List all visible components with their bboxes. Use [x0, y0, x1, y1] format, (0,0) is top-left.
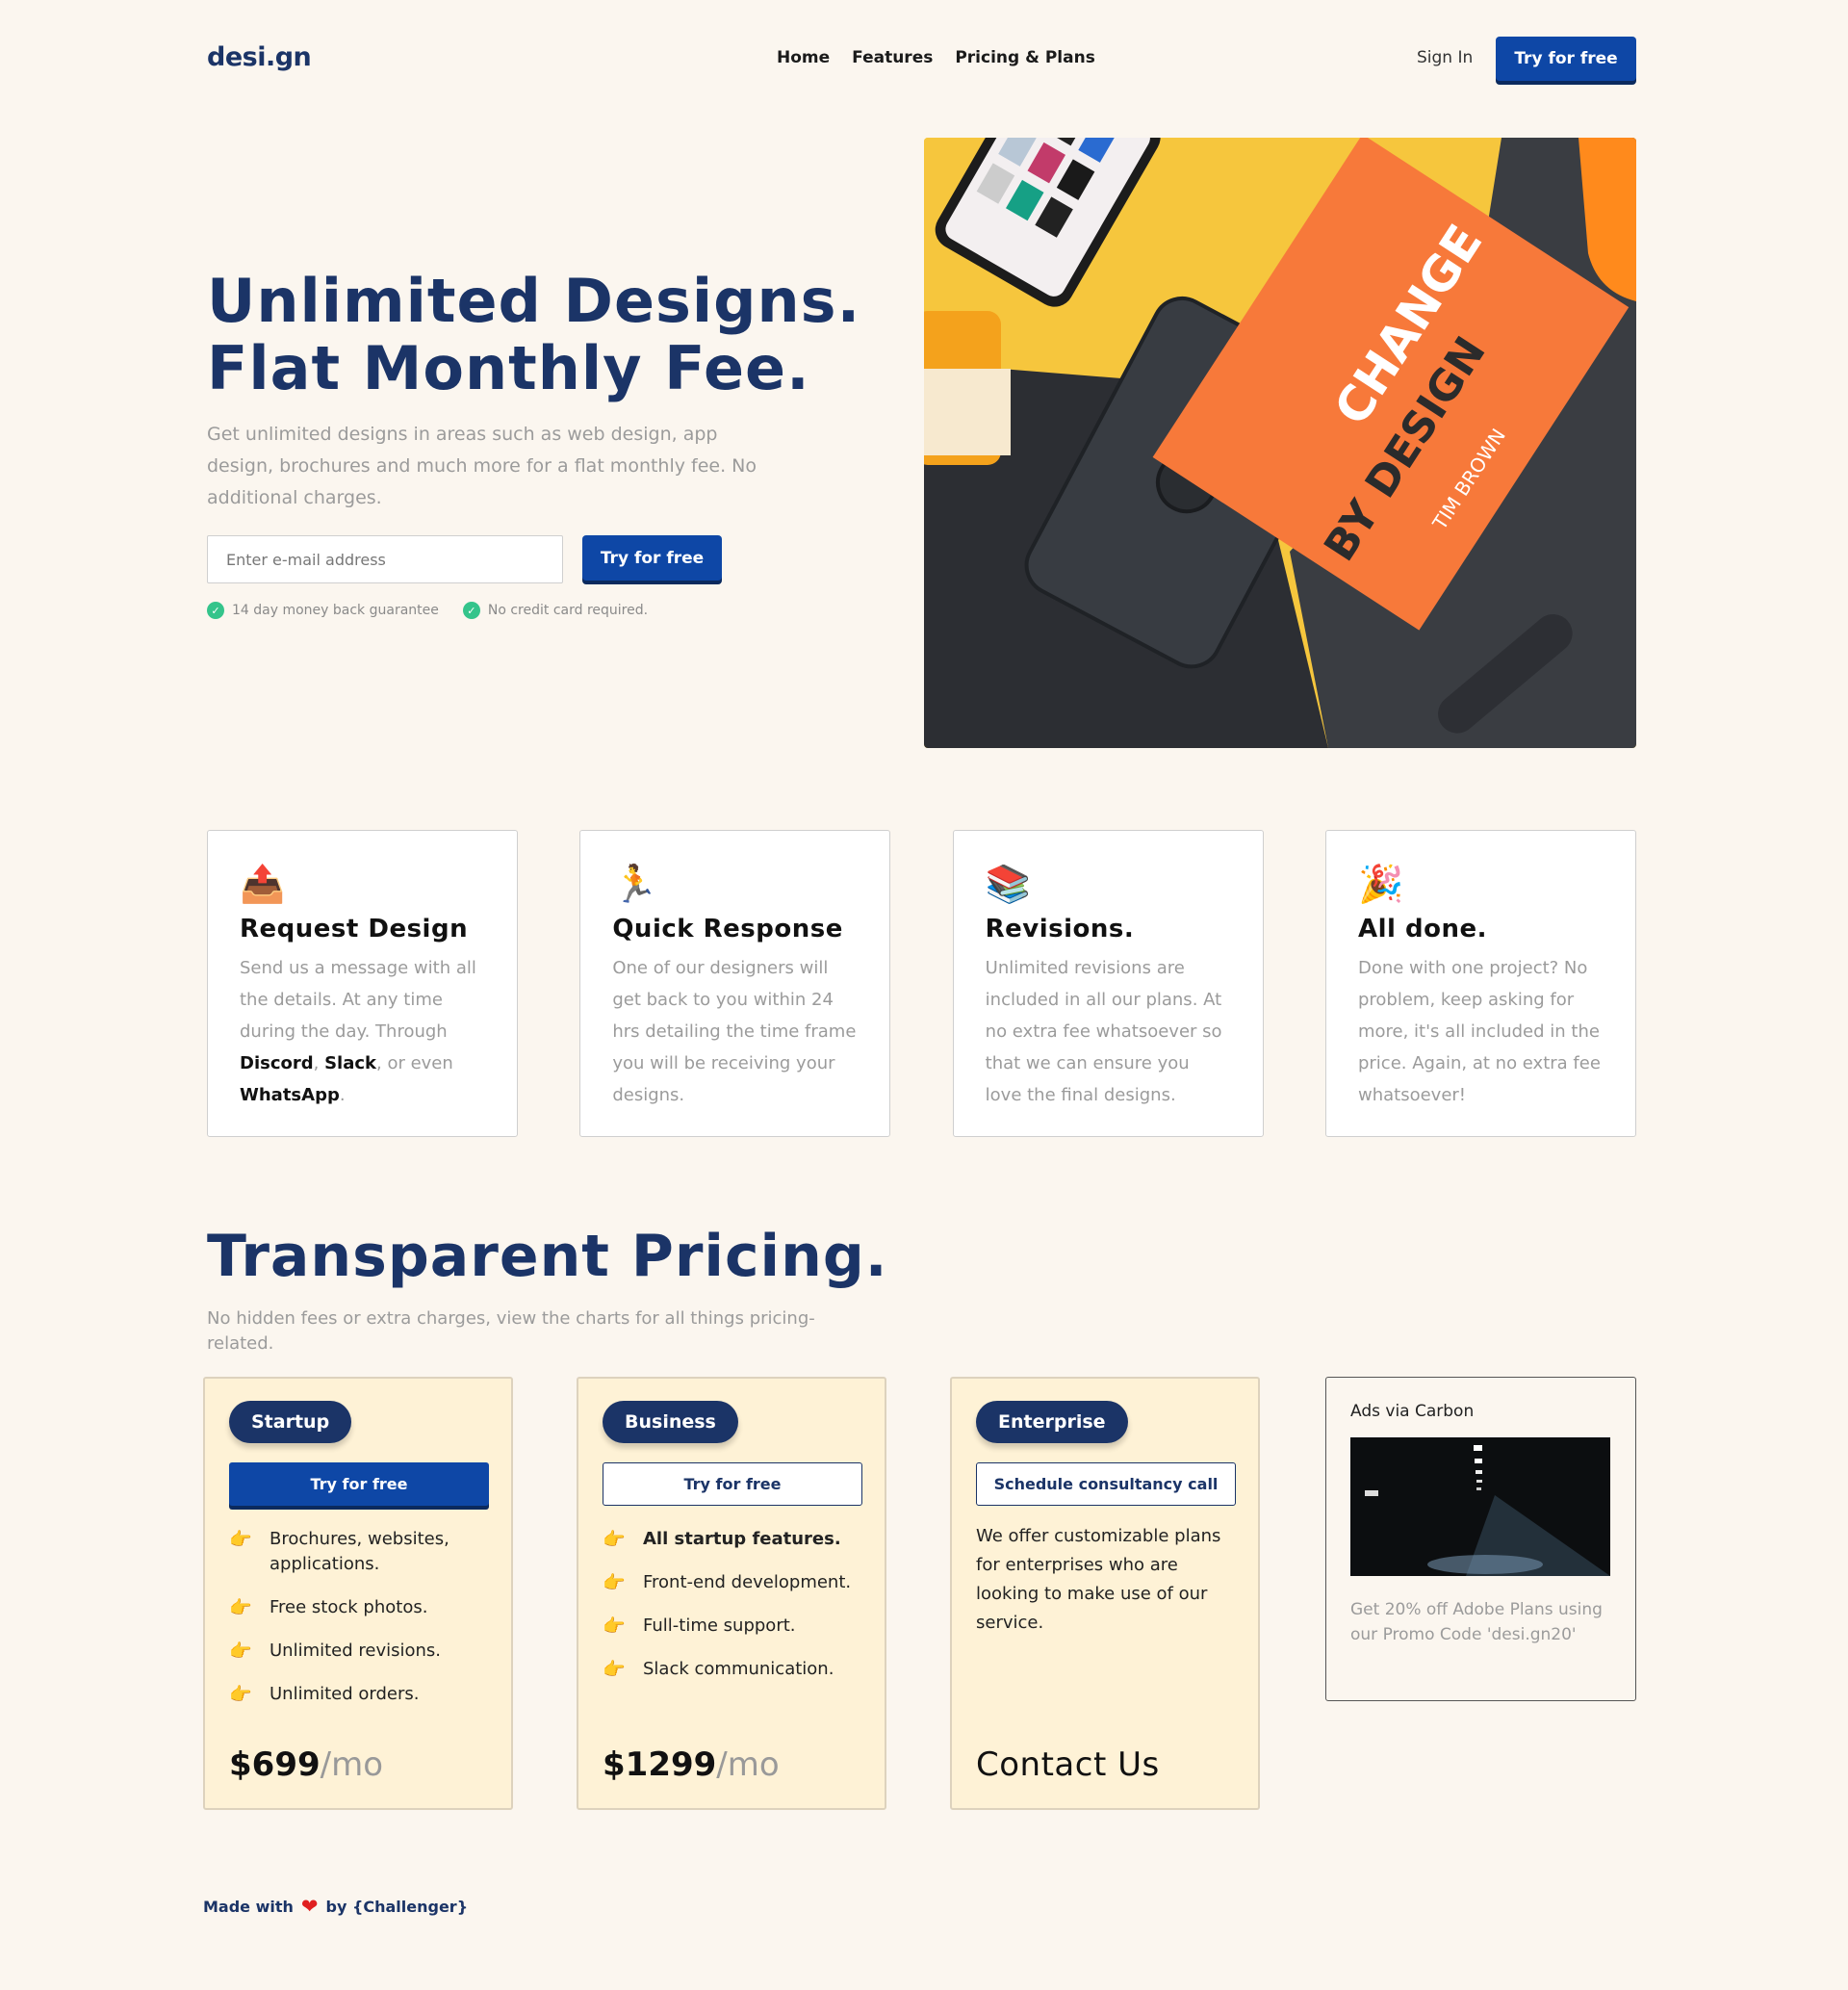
plan-name-badge: Enterprise — [976, 1401, 1128, 1443]
list-item: 👉 Front-end development. — [603, 1572, 852, 1593]
feature-card-all-done: 🎉 All done. Done with one project? No pr… — [1324, 830, 1636, 1137]
footer-author[interactable]: by {Challenger} — [326, 1898, 469, 1916]
email-input[interactable] — [207, 535, 563, 583]
discord-text: Discord — [240, 1053, 314, 1073]
pointing-hand-icon: 👉 — [603, 1572, 626, 1593]
list-item: 👉 Brochures, websites, applications. — [229, 1527, 487, 1577]
check-icon: ✓ — [462, 602, 480, 619]
list-item: 👉 Unlimited revisions. — [229, 1641, 442, 1662]
hero-illustration: CHANGE BY DESIGN TIM BROWN — [924, 138, 1636, 748]
list-item: 👉 Unlimited orders. — [229, 1684, 420, 1705]
running-person-icon: 🏃 — [612, 863, 658, 905]
whatsapp-text: WhatsApp — [240, 1085, 340, 1105]
list-item: 👉 Full-time support. — [603, 1615, 796, 1637]
pointing-hand-icon: 👉 — [229, 1641, 252, 1662]
hero-image: CHANGE BY DESIGN TIM BROWN — [924, 138, 1636, 748]
plan-card-enterprise: Enterprise Schedule consultancy call We … — [950, 1377, 1260, 1810]
business-try-free-button[interactable]: Try for free — [603, 1462, 862, 1506]
hero-subtitle: Get unlimited designs in areas such as w… — [207, 424, 757, 508]
hero-try-free-button[interactable]: Try for free — [582, 535, 722, 581]
inbox-upload-icon: 📤 — [240, 863, 286, 905]
slack-text: Slack — [324, 1053, 376, 1073]
party-popper-icon: 🎉 — [1357, 863, 1404, 905]
nav-link-pricing[interactable]: Pricing & Plans — [955, 48, 1095, 67]
pointing-hand-icon: 👉 — [229, 1529, 252, 1550]
books-icon: 📚 — [985, 863, 1031, 905]
logo[interactable]: desi.gn — [207, 42, 312, 72]
hero-title-line-1: Unlimited Designs. — [207, 266, 861, 336]
nav-link-home[interactable]: Home — [777, 48, 830, 67]
list-item: 👉 All startup features. — [603, 1529, 841, 1550]
feature-title: Revisions. — [985, 915, 1135, 943]
sign-in-link[interactable]: Sign In — [1417, 48, 1473, 67]
plan-price: $699/mo — [229, 1745, 384, 1784]
guarantee-text: 14 day money back guarantee — [232, 603, 439, 618]
feature-text: Done with one project? No problem, keep … — [1357, 958, 1601, 1105]
guarantee-no-credit-card: ✓ No credit card required. — [462, 602, 649, 619]
list-item: 👉 Free stock photos. — [229, 1597, 428, 1618]
plan-name-badge: Business — [603, 1401, 738, 1443]
feature-text: One of our designers will get back to yo… — [612, 958, 857, 1105]
footer: Made with ❤ by {Challenger} — [203, 1895, 1632, 1918]
pricing-subtitle: No hidden fees or extra charges, view th… — [207, 1308, 815, 1354]
feature-card-quick-response: 🏃 Quick Response One of our designers wi… — [579, 830, 891, 1137]
carbon-ad[interactable]: Ads via Carbon Get 20% off Adobe Plans u… — [1325, 1377, 1636, 1701]
pricing-plans: Startup Try for free 👉 Brochures, website… — [203, 1377, 1636, 1810]
nav-links: Home Features Pricing & Plans — [777, 48, 1095, 67]
feature-card-request-design: 📤 Request Design Send us a message with … — [207, 830, 518, 1137]
guarantee-text: No credit card required. — [487, 603, 649, 618]
plan-price: $1299/mo — [603, 1745, 780, 1784]
top-nav: desi.gn Home Features Pricing & Plans Si… — [207, 37, 1636, 85]
nav-try-free-button[interactable]: Try for free — [1496, 37, 1636, 81]
nav-link-features[interactable]: Features — [852, 48, 933, 67]
guarantee-money-back: ✓ 14 day money back guarantee — [207, 602, 439, 619]
pointing-hand-icon: 👉 — [603, 1659, 626, 1680]
feature-title: All done. — [1357, 915, 1487, 943]
hero-section: Unlimited Designs. Flat Monthly Fee. Get… — [207, 138, 1636, 750]
features-section: 📤 Request Design Send us a message with … — [207, 830, 1636, 1138]
list-item: 👉 Slack communication. — [603, 1659, 834, 1680]
contact-us-link[interactable]: Contact Us — [976, 1745, 1160, 1784]
pricing-header: Transparent Pricing. No hidden fees or e… — [207, 1218, 1636, 1357]
plan-description: We offer customizable plans for enterpri… — [976, 1526, 1221, 1633]
feature-text: Send us a message with all the details. … — [240, 958, 476, 1105]
plan-feature-list: 👉 All startup features. 👉 Front-end develo… — [603, 1527, 860, 1682]
pointing-hand-icon: 👉 — [603, 1529, 626, 1550]
pricing-title: Transparent Pricing. — [207, 1223, 888, 1290]
plan-card-startup: Startup Try for free 👉 Brochures, website… — [203, 1377, 513, 1810]
pointing-hand-icon: 👉 — [229, 1684, 252, 1705]
feature-text: Unlimited revisions are included in all … — [985, 958, 1222, 1105]
plan-feature-list: 👉 Brochures, websites, applications. 👉 Fre… — [229, 1527, 487, 1707]
plan-name-badge: Startup — [229, 1401, 352, 1443]
hero-title: Unlimited Designs. Flat Monthly Fee. — [207, 268, 860, 402]
feature-title: Request Design — [240, 915, 469, 943]
pointing-hand-icon: 👉 — [229, 1597, 252, 1618]
pointing-hand-icon: 👉 — [603, 1615, 626, 1637]
ad-text[interactable]: Get 20% off Adobe Plans using our Promo … — [1350, 1597, 1611, 1647]
check-icon: ✓ — [207, 602, 224, 619]
ad-image[interactable] — [1350, 1437, 1610, 1576]
plan-card-business: Business Try for free 👉 All startup featu… — [577, 1377, 886, 1810]
footer-made-with: Made with — [203, 1897, 294, 1916]
signup-form: Try for free — [207, 535, 746, 585]
feature-title: Quick Response — [612, 915, 843, 943]
hero-title-line-2: Flat Monthly Fee. — [207, 333, 810, 403]
schedule-consultancy-button[interactable]: Schedule consultancy call — [976, 1462, 1236, 1506]
guarantees: ✓ 14 day money back guarantee ✓ No credi… — [207, 602, 648, 619]
feature-card-revisions: 📚 Revisions. Unlimited revisions are inc… — [952, 830, 1264, 1137]
tunnel-image — [1350, 1437, 1610, 1576]
startup-try-free-button[interactable]: Try for free — [229, 1462, 489, 1506]
heart-icon: ❤ — [300, 1895, 319, 1918]
ad-heading: Ads via Carbon — [1350, 1402, 1475, 1421]
